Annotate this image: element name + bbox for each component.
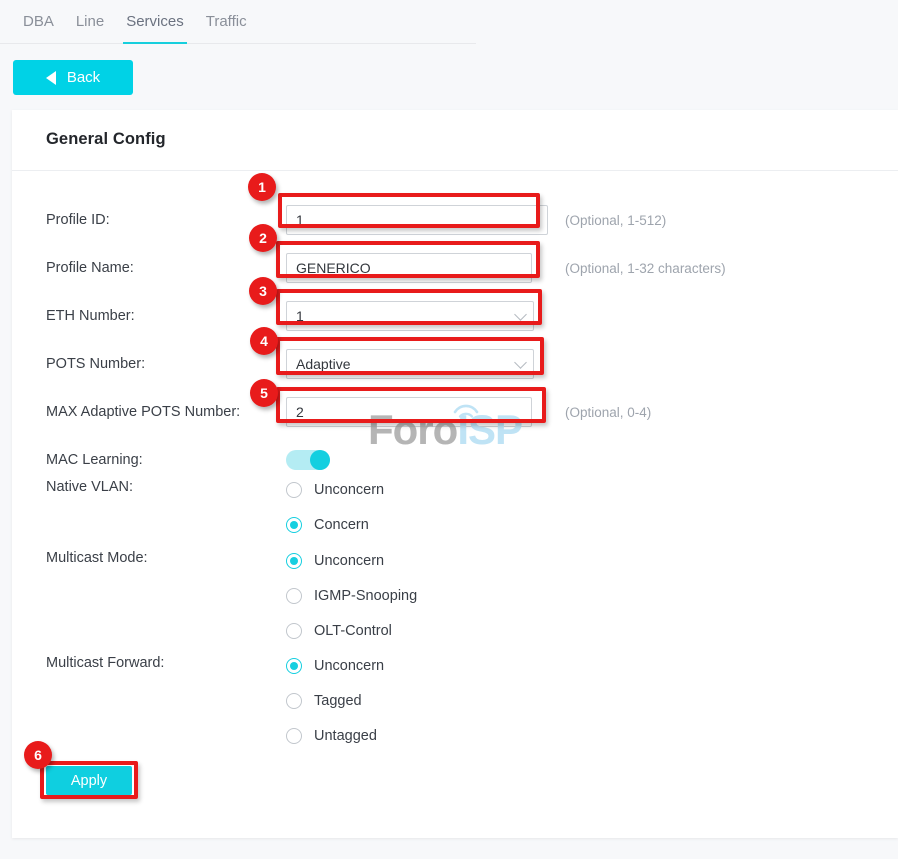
profile-name-input[interactable] [286, 253, 532, 283]
native-vlan-option-unconcern[interactable]: Unconcern [286, 472, 384, 507]
mac-learning-toggle[interactable] [286, 450, 330, 470]
tab-traffic[interactable]: Traffic [195, 0, 258, 43]
back-button-label: Back [67, 69, 100, 86]
row-mac-learning: MAC Learning: [12, 436, 898, 484]
radio-icon [286, 728, 302, 744]
multicast-mode-option-igmp-snooping[interactable]: IGMP-Snooping [286, 578, 417, 613]
radio-icon-selected [286, 553, 302, 569]
hint-profile-id: (Optional, 1-512) [565, 213, 666, 228]
control-profile-name [286, 253, 532, 283]
toggle-knob [310, 450, 330, 470]
native-vlan-option-label: Unconcern [314, 482, 384, 498]
label-pots-number: POTS Number: [46, 356, 145, 372]
native-vlan-option-concern[interactable]: Concern [286, 507, 384, 542]
row-eth-number: ETH Number: 1 [12, 292, 898, 340]
row-profile-name: Profile Name: (Optional, 1-32 characters… [12, 244, 898, 292]
label-mac-learning: MAC Learning: [46, 452, 143, 468]
control-max-adaptive-pots [286, 397, 532, 427]
multicast-mode-option-unconcern[interactable]: Unconcern [286, 543, 417, 578]
multicast-forward-radio-group: Unconcern Tagged Untagged [286, 648, 384, 753]
general-config-form: Profile ID: (Optional, 1-512) Profile Na… [12, 170, 898, 838]
page-root: DBA Line Services Traffic Back General C… [0, 0, 898, 859]
eth-number-value: 1 [296, 308, 304, 324]
annotation-badge-2: 2 [249, 224, 277, 252]
max-adaptive-pots-input[interactable] [286, 397, 532, 427]
control-pots-number: Adaptive [286, 349, 534, 379]
annotation-badge-6: 6 [24, 741, 52, 769]
radio-icon-selected [286, 658, 302, 674]
pots-number-select[interactable]: Adaptive [286, 349, 534, 379]
triangle-left-icon [46, 71, 56, 85]
annotation-badge-3: 3 [249, 277, 277, 305]
radio-icon [286, 482, 302, 498]
control-profile-id [286, 205, 548, 235]
label-profile-name: Profile Name: [46, 260, 134, 276]
back-button[interactable]: Back [13, 60, 133, 95]
control-mac-learning [286, 450, 330, 470]
label-native-vlan: Native VLAN: [46, 479, 133, 495]
radio-icon [286, 588, 302, 604]
chevron-down-icon [514, 308, 527, 321]
multicast-mode-option-label: IGMP-Snooping [314, 588, 417, 604]
multicast-mode-option-label: OLT-Control [314, 623, 392, 639]
multicast-forward-option-unconcern[interactable]: Unconcern [286, 648, 384, 683]
page-title: General Config [46, 130, 166, 149]
multicast-forward-option-label: Tagged [314, 693, 362, 709]
row-max-adaptive-pots: MAX Adaptive POTS Number: (Optional, 0-4… [12, 388, 898, 436]
eth-number-select[interactable]: 1 [286, 301, 534, 331]
label-multicast-forward: Multicast Forward: [46, 655, 164, 671]
row-profile-id: Profile ID: (Optional, 1-512) [12, 196, 898, 244]
multicast-forward-option-tagged[interactable]: Tagged [286, 683, 384, 718]
radio-icon [286, 623, 302, 639]
pots-number-value: Adaptive [296, 356, 350, 372]
annotation-badge-1: 1 [248, 173, 276, 201]
tab-line[interactable]: Line [65, 0, 115, 43]
control-eth-number: 1 [286, 301, 534, 331]
radio-icon-selected [286, 517, 302, 533]
native-vlan-option-label: Concern [314, 517, 369, 533]
multicast-mode-option-olt-control[interactable]: OLT-Control [286, 613, 417, 648]
tab-services[interactable]: Services [115, 0, 195, 43]
profile-id-input[interactable] [286, 205, 548, 235]
hint-max-adaptive-pots: (Optional, 0-4) [565, 405, 651, 420]
multicast-forward-option-untagged[interactable]: Untagged [286, 718, 384, 753]
chevron-down-icon [514, 356, 527, 369]
annotation-badge-5: 5 [250, 379, 278, 407]
row-pots-number: POTS Number: Adaptive [12, 340, 898, 388]
multicast-mode-option-label: Unconcern [314, 553, 384, 569]
apply-button[interactable]: Apply [46, 766, 132, 795]
multicast-forward-option-label: Unconcern [314, 658, 384, 674]
label-max-adaptive-pots: MAX Adaptive POTS Number: [46, 404, 240, 420]
multicast-mode-radio-group: Unconcern IGMP-Snooping OLT-Control [286, 543, 417, 648]
tab-bar: DBA Line Services Traffic [0, 0, 476, 44]
label-eth-number: ETH Number: [46, 308, 135, 324]
general-config-card: General Config Profile ID: (Optional, 1-… [12, 110, 898, 838]
annotation-badge-4: 4 [250, 327, 278, 355]
label-multicast-mode: Multicast Mode: [46, 550, 148, 566]
tab-dba[interactable]: DBA [12, 0, 65, 43]
native-vlan-radio-group: Unconcern Concern [286, 472, 384, 542]
hint-profile-name: (Optional, 1-32 characters) [565, 261, 726, 276]
multicast-forward-option-label: Untagged [314, 728, 377, 744]
label-profile-id: Profile ID: [46, 212, 110, 228]
radio-icon [286, 693, 302, 709]
